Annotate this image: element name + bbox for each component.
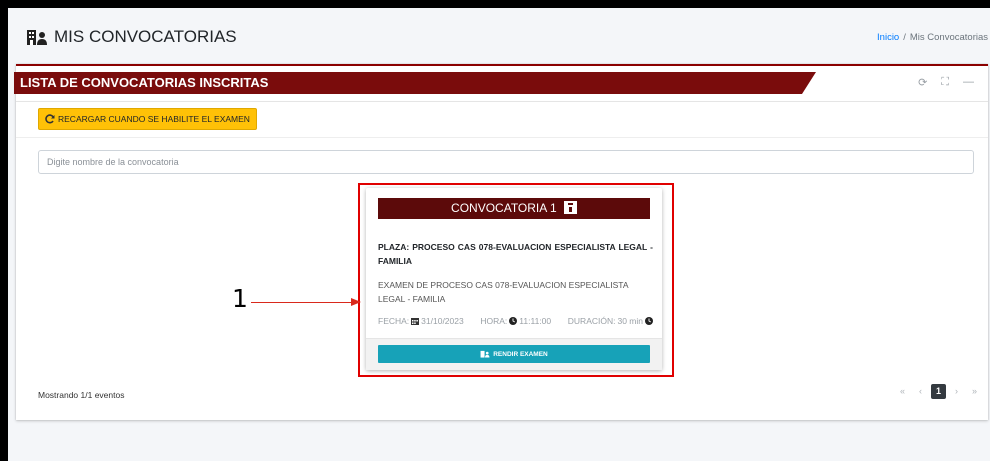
convocatoria-card: CONVOCATORIA 1 PLAZA: PROCESO CAS 078-EV…: [366, 188, 662, 370]
pagination: « ‹ 1 › »: [895, 384, 982, 399]
maximize-icon[interactable]: ⛶: [941, 76, 949, 89]
convocatoria-footer: RENDIR EXAMEN: [366, 338, 662, 370]
annotation-arrow-head: [351, 298, 361, 306]
page-title: MIS CONVOCATORIAS: [26, 27, 237, 47]
breadcrumb-separator: /: [903, 31, 906, 43]
last-page-button[interactable]: »: [967, 384, 982, 399]
fecha-label: FECHA:: [378, 316, 410, 326]
convocatoria-plaza: PLAZA: PROCESO CAS 078-EVALUACION ESPECI…: [378, 242, 653, 266]
collapse-icon[interactable]: —: [963, 76, 974, 89]
calendar-icon: [411, 318, 420, 325]
breadcrumb-current: Mis Convocatorias: [909, 31, 988, 43]
rendir-examen-button[interactable]: RENDIR EXAMEN: [378, 345, 650, 363]
building-user-icon: [480, 350, 490, 358]
convocatoria-heading-text: CONVOCATORIA 1: [451, 201, 557, 215]
clock-icon: [509, 317, 518, 325]
first-page-button[interactable]: «: [895, 384, 910, 399]
id-badge-icon: [563, 201, 577, 214]
reload-icon: [45, 114, 55, 124]
prev-page-button[interactable]: ‹: [913, 384, 928, 399]
breadcrumb: Inicio / Mis Convocatorias: [877, 32, 990, 43]
clock-icon: [645, 317, 653, 325]
page-header: MIS CONVOCATORIAS Inicio / Mis Convocatori…: [8, 8, 990, 66]
convocatoria-description: EXAMEN DE PROCESO CAS 078-EVALUACION ESP…: [378, 280, 629, 304]
reload-row: RECARGAR CUANDO SE HABILITE EL EXAMEN: [16, 102, 988, 138]
card-header: LISTA DE CONVOCATORIAS INSCRITAS ⟳ ⛶ —: [14, 66, 988, 102]
breadcrumb-home-link[interactable]: Inicio: [877, 32, 899, 43]
reload-button-label: RECARGAR CUANDO SE HABILITE EL EXAMEN: [58, 114, 250, 124]
building-user-icon: [27, 30, 47, 45]
rendir-examen-label: RENDIR EXAMEN: [493, 350, 548, 358]
page-1-button[interactable]: 1: [931, 384, 946, 399]
card-title: LISTA DE CONVOCATORIAS INSCRITAS: [14, 72, 816, 94]
hora-item: HORA: 11:11:00: [480, 316, 551, 326]
convocatoria-heading: CONVOCATORIA 1: [378, 198, 650, 219]
page-title-text: MIS CONVOCATORIAS: [54, 27, 237, 46]
fecha-value: 31/10/2023: [421, 316, 464, 326]
annotation-arrow-line: [251, 302, 359, 303]
annotation-number: 1: [232, 284, 248, 313]
showing-text: Mostrando 1/1 eventos: [38, 390, 125, 400]
convocatoria-meta: FECHA: 31/10/2023 HORA: 11:11:00 DURACIÓ…: [378, 316, 653, 326]
next-page-button[interactable]: ›: [949, 384, 964, 399]
card-tools: ⟳ ⛶ —: [918, 76, 974, 89]
fecha-item: FECHA: 31/10/2023: [378, 316, 464, 326]
duracion-label: DURACIÓN:: [567, 316, 616, 326]
duracion-value: 30 min: [617, 316, 643, 326]
reload-button[interactable]: RECARGAR CUANDO SE HABILITE EL EXAMEN: [38, 108, 257, 130]
hora-value: 11:11:00: [519, 316, 552, 326]
hora-label: HORA:: [480, 316, 508, 326]
duracion-item: DURACIÓN: 30 min: [568, 316, 653, 326]
search-input[interactable]: [38, 150, 974, 174]
app-frame: MIS CONVOCATORIAS Inicio / Mis Convocatori…: [8, 8, 990, 461]
convocatorias-card: LISTA DE CONVOCATORIAS INSCRITAS ⟳ ⛶ — R…: [14, 64, 988, 420]
refresh-icon[interactable]: ⟳: [918, 76, 927, 89]
